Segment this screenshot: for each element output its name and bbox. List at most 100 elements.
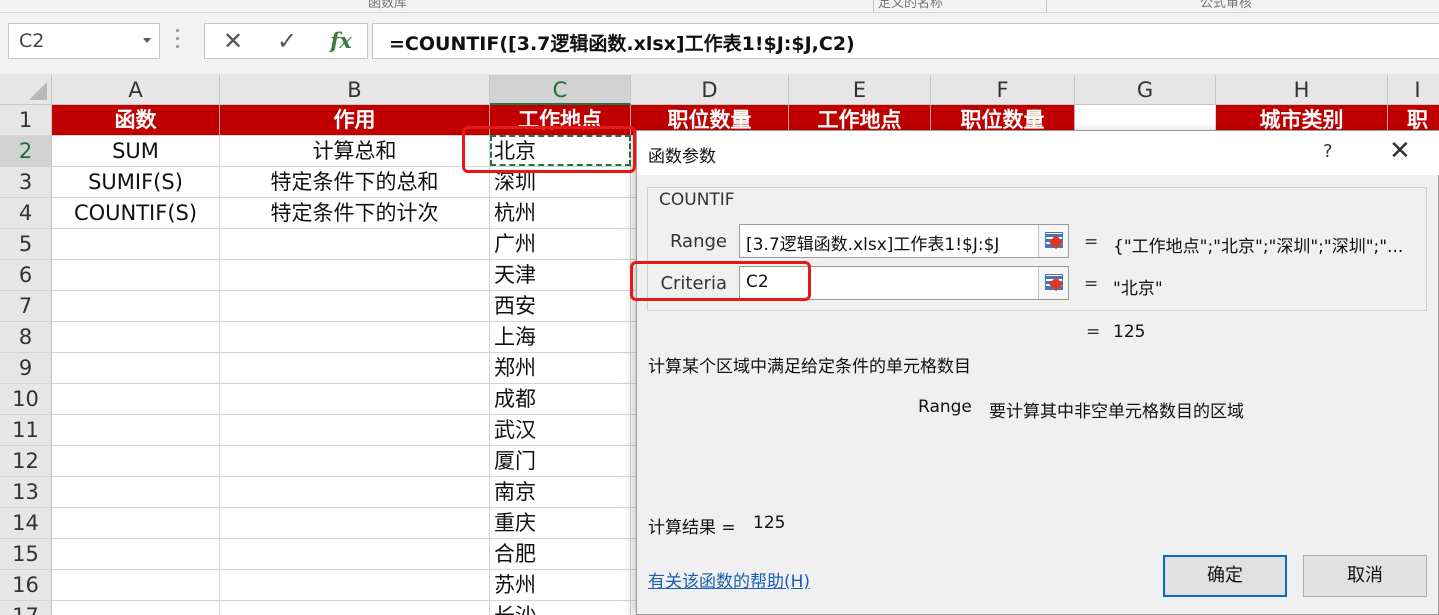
cell-a16[interactable] xyxy=(52,570,220,601)
cell-b7[interactable] xyxy=(220,291,490,322)
close-icon[interactable]: ✕ xyxy=(1389,136,1411,166)
row-header-12[interactable]: 12 xyxy=(0,446,52,477)
function-arguments-dialog: 函数参数 ? ✕ COUNTIF Range [3.7逻辑函数.xlsx]工作表… xyxy=(630,130,1439,615)
row-header-6[interactable]: 6 xyxy=(0,260,52,291)
cell-b16[interactable] xyxy=(220,570,490,601)
drag-handle[interactable] xyxy=(176,29,180,51)
row-header-1[interactable]: 1 xyxy=(0,105,52,136)
row-header-14[interactable]: 14 xyxy=(0,508,52,539)
cell-c14[interactable]: 重庆 xyxy=(490,508,631,539)
cell-c4[interactable]: 杭州 xyxy=(490,198,631,229)
help-icon[interactable]: ? xyxy=(1323,141,1333,162)
formula-buttons: ✕ ✓ fx xyxy=(204,23,368,59)
function-help-link[interactable]: 有关该函数的帮助(H) xyxy=(648,567,810,592)
cell-b17[interactable] xyxy=(220,601,490,615)
criteria-collapse-button[interactable] xyxy=(1038,267,1068,299)
column-header-c[interactable]: C xyxy=(490,75,631,105)
chevron-down-icon[interactable] xyxy=(143,38,151,43)
cell-b6[interactable] xyxy=(220,260,490,291)
cell-b8[interactable] xyxy=(220,322,490,353)
cell-a4[interactable]: COUNTIF(S) xyxy=(52,198,220,229)
cell-b12[interactable] xyxy=(220,446,490,477)
row-header-7[interactable]: 7 xyxy=(0,291,52,322)
cell-b11[interactable] xyxy=(220,415,490,446)
range-label: Range xyxy=(669,231,727,252)
cell-c6[interactable]: 天津 xyxy=(490,260,631,291)
formula-input[interactable]: =COUNTIF([3.7逻辑函数.xlsx]工作表1!$J:$J,C2) xyxy=(372,23,1439,59)
cell-a17[interactable] xyxy=(52,601,220,615)
column-header-g[interactable]: G xyxy=(1075,75,1216,105)
cell-c7[interactable]: 西安 xyxy=(490,291,631,322)
cell-c13[interactable]: 南京 xyxy=(490,477,631,508)
cell-c9[interactable]: 郑州 xyxy=(490,353,631,384)
range-input[interactable]: [3.7逻辑函数.xlsx]工作表1!$J:$J xyxy=(739,224,1069,258)
row-header-17[interactable]: 17 xyxy=(0,601,52,615)
cell-c17[interactable]: 长沙 xyxy=(490,601,631,615)
cell-b5[interactable] xyxy=(220,229,490,260)
ribbon-divider xyxy=(1046,0,1047,12)
cell-a12[interactable] xyxy=(52,446,220,477)
cancel-button[interactable]: 取消 xyxy=(1303,555,1427,597)
row-header-16[interactable]: 16 xyxy=(0,570,52,601)
cell-a13[interactable] xyxy=(52,477,220,508)
ribbon-fragment: 函数库 定义的名称 公式审核 xyxy=(0,0,1439,13)
row-header-8[interactable]: 8 xyxy=(0,322,52,353)
cell-a2[interactable]: SUM xyxy=(52,136,220,167)
cell-c16[interactable]: 苏州 xyxy=(490,570,631,601)
cell-a15[interactable] xyxy=(52,539,220,570)
cell-c8[interactable]: 上海 xyxy=(490,322,631,353)
cell-a11[interactable] xyxy=(52,415,220,446)
row-header-4[interactable]: 4 xyxy=(0,198,52,229)
row-header-2[interactable]: 2 xyxy=(0,136,52,167)
enter-icon[interactable]: ✓ xyxy=(265,24,309,58)
dialog-title-bar: 函数参数 ? ✕ xyxy=(637,131,1439,175)
row-header-3[interactable]: 3 xyxy=(0,167,52,198)
cell-b15[interactable] xyxy=(220,539,490,570)
cell-b10[interactable] xyxy=(220,384,490,415)
column-header-i[interactable]: I xyxy=(1388,75,1439,105)
column-header-f[interactable]: F xyxy=(931,75,1075,105)
insert-function-icon[interactable]: fx xyxy=(319,24,363,58)
row-header-11[interactable]: 11 xyxy=(0,415,52,446)
name-box[interactable]: C2 xyxy=(8,23,160,59)
row-header-15[interactable]: 15 xyxy=(0,539,52,570)
cell-b9[interactable] xyxy=(220,353,490,384)
row-header-13[interactable]: 13 xyxy=(0,477,52,508)
cell-b1[interactable]: 作用 xyxy=(220,105,490,136)
cancel-icon[interactable]: ✕ xyxy=(211,24,255,58)
range-collapse-button[interactable] xyxy=(1038,225,1068,257)
range-input-value: [3.7逻辑函数.xlsx]工作表1!$J:$J xyxy=(746,235,1000,255)
cell-a6[interactable] xyxy=(52,260,220,291)
cell-a3[interactable]: SUMIF(S) xyxy=(52,167,220,198)
cell-b13[interactable] xyxy=(220,477,490,508)
cell-c15[interactable]: 合肥 xyxy=(490,539,631,570)
cell-a5[interactable] xyxy=(52,229,220,260)
cell-b3[interactable]: 特定条件下的总和 xyxy=(220,167,490,198)
cell-a1[interactable]: 函数 xyxy=(52,105,220,136)
column-header-h[interactable]: H xyxy=(1216,75,1388,105)
formula-bar: C2 ✕ ✓ fx =COUNTIF([3.7逻辑函数.xlsx]工作表1!$J… xyxy=(0,13,1439,74)
cell-b4[interactable]: 特定条件下的计次 xyxy=(220,198,490,229)
column-header-b[interactable]: B xyxy=(220,75,490,105)
cell-b14[interactable] xyxy=(220,508,490,539)
cell-a9[interactable] xyxy=(52,353,220,384)
cell-c12[interactable]: 厦门 xyxy=(490,446,631,477)
row-header-5[interactable]: 5 xyxy=(0,229,52,260)
select-all-button[interactable] xyxy=(0,75,52,105)
cell-c5[interactable]: 广州 xyxy=(490,229,631,260)
cell-c11[interactable]: 武汉 xyxy=(490,415,631,446)
cell-a14[interactable] xyxy=(52,508,220,539)
cell-a7[interactable] xyxy=(52,291,220,322)
ok-button[interactable]: 确定 xyxy=(1163,555,1287,597)
column-header-d[interactable]: D xyxy=(631,75,789,105)
cell-a10[interactable] xyxy=(52,384,220,415)
ribbon-group-label: 定义的名称 xyxy=(878,0,944,11)
row-header-9[interactable]: 9 xyxy=(0,353,52,384)
cell-b2[interactable]: 计算总和 xyxy=(220,136,490,167)
column-header-e[interactable]: E xyxy=(789,75,931,105)
cell-c10[interactable]: 成都 xyxy=(490,384,631,415)
row-header-10[interactable]: 10 xyxy=(0,384,52,415)
formula-result-value: 125 xyxy=(753,513,786,533)
cell-a8[interactable] xyxy=(52,322,220,353)
column-header-a[interactable]: A xyxy=(52,75,220,105)
